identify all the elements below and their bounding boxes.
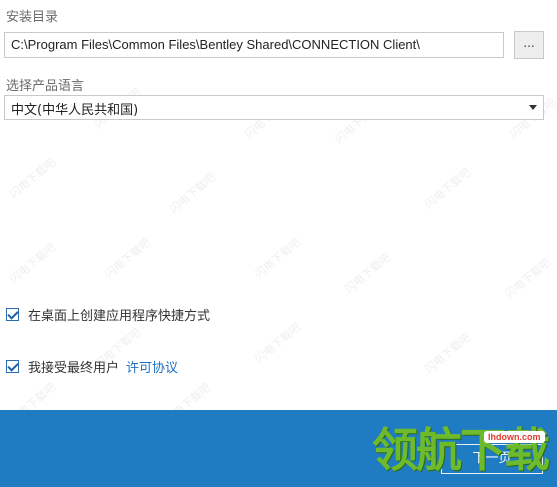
install-dir-label: 安装目录 <box>6 10 59 25</box>
install-path-field[interactable]: C:\Program Files\Common Files\Bentley Sh… <box>4 32 504 58</box>
watermark-site-tag: lhdown.com <box>484 431 545 443</box>
watermark-text: 闪电下载吧 <box>102 235 154 282</box>
accept-eula-option[interactable]: 我接受最终用户 许可协议 <box>6 357 178 376</box>
desktop-shortcut-option[interactable]: 在桌面上创建应用程序快捷方式 <box>6 305 210 324</box>
watermark-text: 闪电下载吧 <box>7 155 59 202</box>
watermark-text: 闪电下载吧 <box>502 255 554 302</box>
language-select[interactable]: 中文(中华人民共和国) <box>4 95 544 120</box>
browse-button[interactable]: ... <box>514 31 544 59</box>
watermark-text: 闪电下载吧 <box>167 170 219 217</box>
accept-eula-checkbox[interactable] <box>6 360 19 373</box>
watermark-text: 闪电下载吧 <box>422 165 474 212</box>
watermark-text: 闪电下载吧 <box>7 240 59 287</box>
eula-link[interactable]: 许可协议 <box>126 357 178 376</box>
language-selected-value: 中文(中华人民共和国) <box>11 103 139 118</box>
desktop-shortcut-label: 在桌面上创建应用程序快捷方式 <box>28 309 211 324</box>
watermark-text: 闪电下载吧 <box>252 235 304 282</box>
watermark-text: 闪电下载吧 <box>342 250 394 297</box>
desktop-shortcut-checkbox[interactable] <box>6 308 19 321</box>
watermark-text: 闪电下载吧 <box>422 330 474 377</box>
watermark-text: 闪电下载吧 <box>252 320 304 367</box>
dropdown-arrow-icon <box>529 105 537 110</box>
language-label: 选择产品语言 <box>6 79 85 94</box>
accept-eula-label: 我接受最终用户 <box>28 361 120 376</box>
